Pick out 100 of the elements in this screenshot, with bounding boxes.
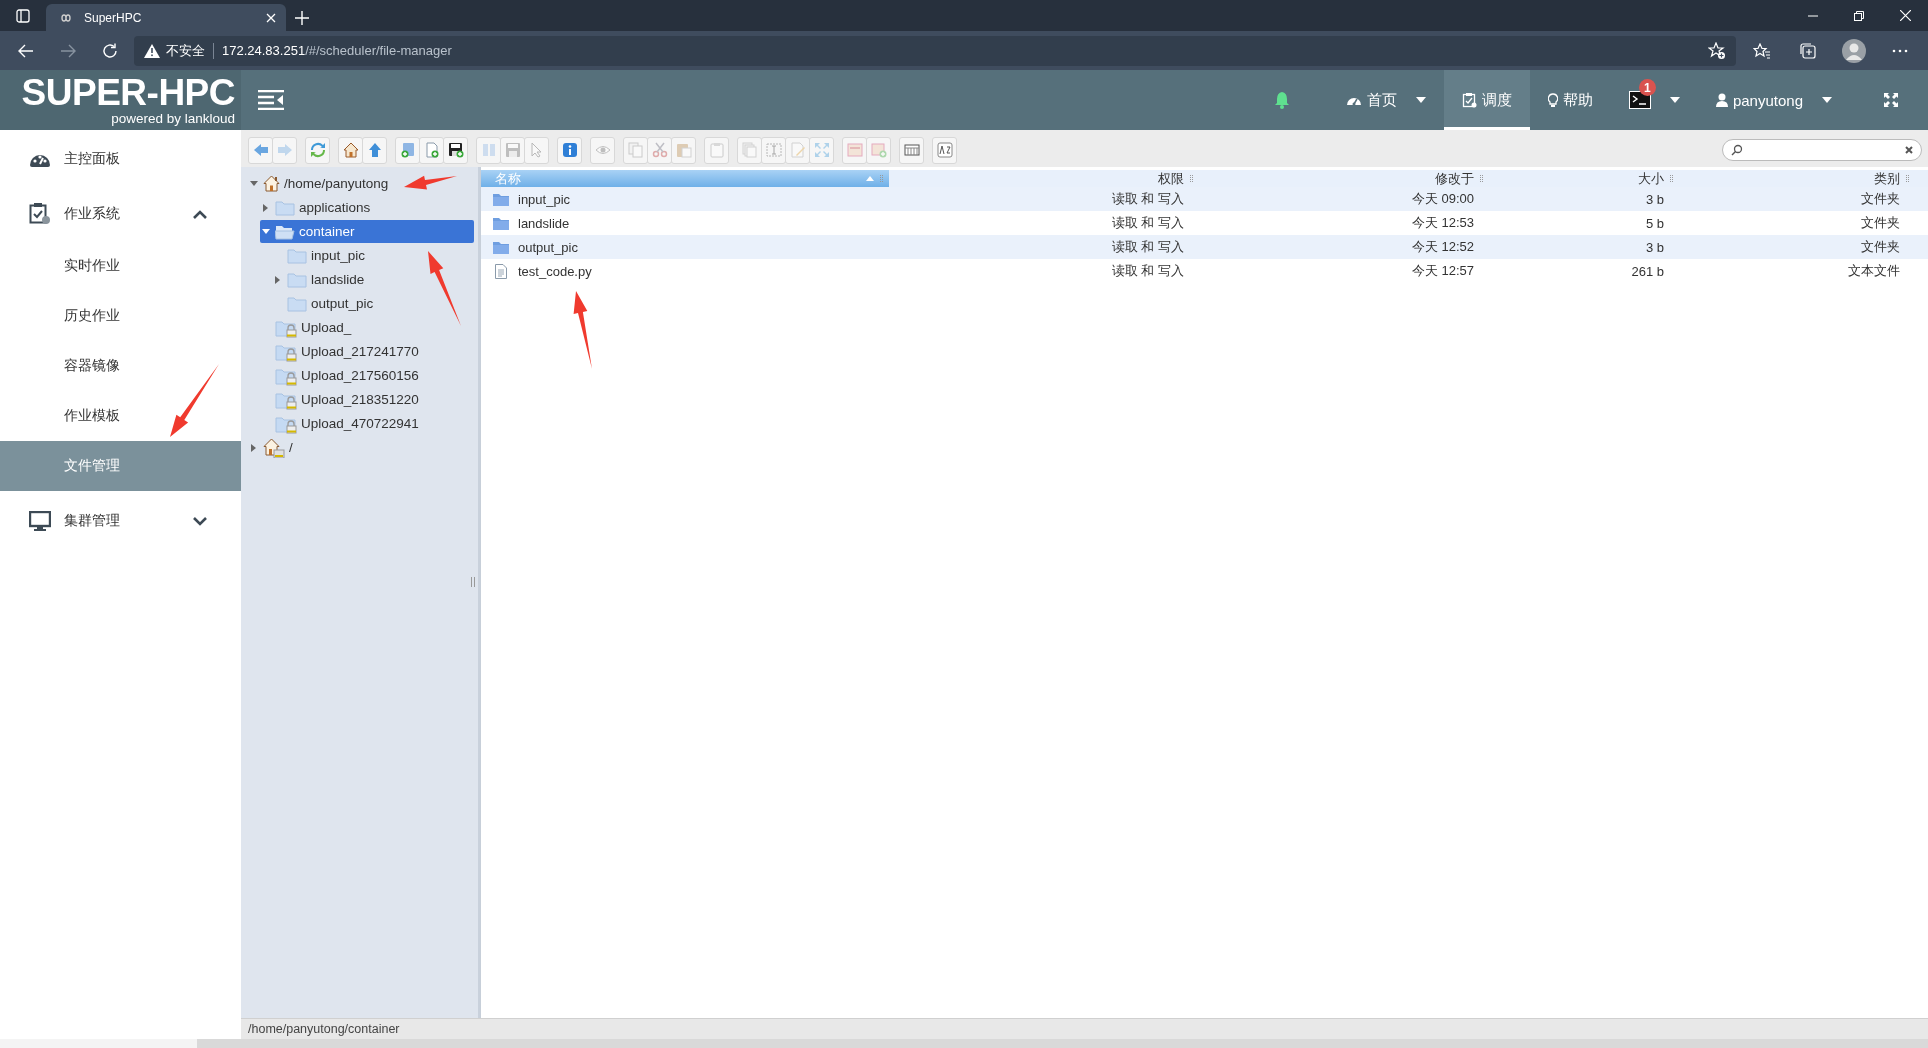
more-icon <box>1892 48 1908 53</box>
column-header[interactable]: 修改于 <box>1199 170 1489 187</box>
archive-plus-icon <box>870 142 887 158</box>
arrow-left-button[interactable] <box>248 136 273 164</box>
table-cell-text: 今天 09:00 <box>1410 190 1475 208</box>
status-path: /home/panyutong/container <box>248 1022 400 1036</box>
text-file-icon <box>495 263 507 279</box>
table-cell-text: 261 b <box>1630 263 1665 279</box>
nav-tab[interactable]: panyutong <box>1697 70 1850 130</box>
file-name[interactable]: test_code.py <box>518 263 592 279</box>
column-header[interactable]: 大小 <box>1489 170 1679 187</box>
close-icon <box>266 12 276 23</box>
file-plus-icon <box>423 142 440 158</box>
folder-icon <box>287 247 307 264</box>
bell-icon <box>1273 91 1290 109</box>
tree-item[interactable]: Upload_ <box>260 316 474 339</box>
horizontal-scrollbar[interactable] <box>0 1039 1928 1048</box>
table-cell-text: 读取 和 写入 <box>1110 214 1185 232</box>
sidebar-subitem[interactable]: 实时作业 <box>0 241 241 291</box>
folder-plus-button[interactable] <box>395 136 420 164</box>
open-folder-icon <box>275 223 295 240</box>
clipboard-clock-icon <box>29 203 51 225</box>
search-icon <box>1731 144 1743 156</box>
text-cursor-icon <box>765 142 782 158</box>
reload-icon <box>102 42 118 59</box>
file-name[interactable]: landslide <box>518 215 570 231</box>
refresh-button[interactable] <box>305 136 330 164</box>
tree-item[interactable]: container <box>260 220 474 243</box>
star-list-icon <box>1753 42 1771 59</box>
tree-item[interactable]: Upload_217241770 <box>260 340 474 363</box>
column-grip-icon <box>1906 174 1909 183</box>
back-icon <box>18 43 34 58</box>
tree-item[interactable]: Upload_470722941 <box>260 412 474 435</box>
home-icon <box>342 142 359 158</box>
terminal-icon <box>1628 91 1651 109</box>
home-lock-icon <box>263 437 285 458</box>
table-cell-text: 读取 和 写入 <box>1110 190 1185 208</box>
file-name[interactable]: output_pic <box>518 239 578 255</box>
column-header[interactable]: 类别 <box>1679 170 1915 187</box>
column-grip-icon <box>880 174 883 183</box>
menu-icon <box>258 90 284 110</box>
table-cell-text: 文件夹 <box>1860 214 1901 232</box>
terminal-menu-button[interactable]: 1 <box>1610 70 1698 130</box>
floppy-plus-button[interactable] <box>443 136 468 164</box>
copy-icon <box>627 142 644 158</box>
nav-tab[interactable]: 首页 <box>1327 70 1444 130</box>
info-button[interactable] <box>557 136 582 164</box>
sort-button[interactable] <box>932 136 957 164</box>
home-button[interactable] <box>338 136 363 164</box>
folder-icon <box>287 271 307 288</box>
grid-button[interactable] <box>899 136 924 164</box>
tree-item[interactable]: Upload_217560156 <box>260 364 474 387</box>
splitter-handle[interactable] <box>471 577 475 587</box>
star-plus-icon <box>1708 41 1726 60</box>
folder-plus-icon <box>399 142 416 158</box>
arrow-up-icon <box>366 142 383 158</box>
table-cell-text: 3 b <box>1644 191 1665 207</box>
close-icon <box>1899 10 1911 21</box>
browser-tab[interactable]: SuperHPC <box>46 4 286 31</box>
clear-icon <box>1905 146 1913 154</box>
sort-arrow-icon <box>866 176 874 181</box>
column-header[interactable]: 权限 <box>889 170 1199 187</box>
sidebar-subitem[interactable]: 作业模板 <box>0 391 241 441</box>
sidebar-subitem[interactable]: 容器镜像 <box>0 341 241 391</box>
tree-item[interactable]: Upload_218351220 <box>260 388 474 411</box>
sidebar-item[interactable]: 主控面板 <box>0 130 241 187</box>
nav-tab[interactable]: 帮助 <box>1529 70 1611 130</box>
tree-item[interactable]: landslide <box>272 268 474 291</box>
tree-item[interactable]: / <box>248 436 474 459</box>
table-cell-text: 今天 12:52 <box>1410 238 1475 256</box>
column-grip-icon <box>1670 174 1673 183</box>
sidebar-item[interactable]: 作业系统 <box>0 187 241 241</box>
lightbulb-icon <box>1547 92 1558 108</box>
search-field[interactable] <box>1722 139 1922 161</box>
tree-item[interactable]: /home/panyutong <box>248 172 474 195</box>
warning-icon <box>144 43 160 58</box>
arrow-up-button[interactable] <box>362 136 387 164</box>
folder-icon <box>493 216 509 230</box>
floppy-icon <box>504 142 521 158</box>
file-name[interactable]: input_pic <box>518 191 571 207</box>
logo-title: SUPER-HPC <box>21 74 235 112</box>
table-cell-text: 读取 和 写入 <box>1110 238 1185 256</box>
scrollbar-thumb[interactable] <box>0 1039 197 1048</box>
add-favorite-button[interactable] <box>1708 41 1726 60</box>
tree-item[interactable]: input_pic <box>272 244 474 267</box>
sidebar-subitem[interactable]: 历史作业 <box>0 291 241 341</box>
table-cell-text: 今天 12:53 <box>1410 214 1475 232</box>
refresh-icon <box>309 142 326 158</box>
site-icon <box>58 12 74 23</box>
nav-tab[interactable]: 调度 <box>1443 70 1530 130</box>
home-icon <box>263 175 280 192</box>
sidebar-item[interactable]: 集群管理 <box>0 491 241 551</box>
folder-icon <box>493 240 509 254</box>
notification-badge: 1 <box>1638 79 1656 96</box>
tree-item[interactable]: applications <box>260 196 474 219</box>
address-bar[interactable]: 不安全 172.24.83.251/#/scheduler/file-manager <box>134 35 1736 66</box>
arrow-left-icon <box>252 142 269 158</box>
pencil-page-icon <box>789 142 806 158</box>
table-cell-text: 3 b <box>1644 239 1665 255</box>
tree-item[interactable]: output_pic <box>272 292 474 315</box>
